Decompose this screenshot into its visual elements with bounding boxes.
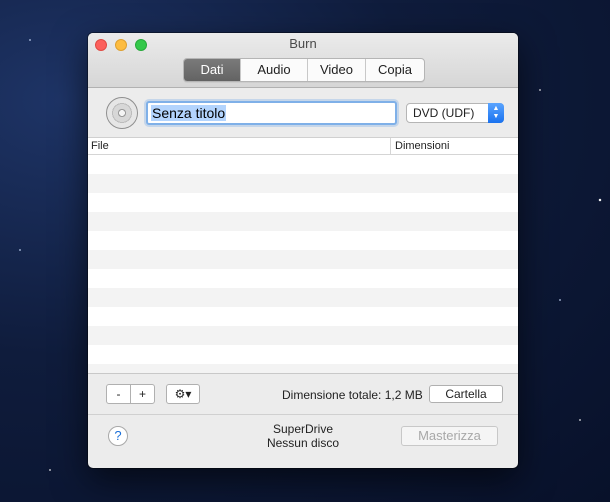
tab-dati[interactable]: Dati — [184, 59, 241, 81]
filesystem-select[interactable]: DVD (UDF) ▲ ▼ — [406, 103, 504, 123]
mode-tabs: Dati Audio Video Copia — [183, 58, 425, 82]
burn-window: Burn Dati Audio Video Copia Senza titolo… — [88, 33, 518, 468]
chevron-updown-icon: ▲ ▼ — [488, 103, 504, 123]
tab-copia[interactable]: Copia — [366, 59, 424, 81]
disc-name-field[interactable]: Senza titolo — [146, 101, 397, 125]
file-table[interactable]: File Dimensioni — [88, 137, 518, 374]
table-row — [88, 345, 518, 364]
window-title: Burn — [289, 36, 317, 51]
bottom-toolbar: - + ⚙▾ Dimensione totale: 1,2 MB Cartell… — [88, 373, 518, 415]
footer: ? SuperDrive Nessun disco Masterizza — [88, 414, 518, 468]
table-row — [88, 269, 518, 288]
drive-name: SuperDrive — [272, 422, 334, 436]
tab-video[interactable]: Video — [308, 59, 366, 81]
table-row — [88, 307, 518, 326]
cd-disc-icon — [106, 97, 138, 129]
tab-audio[interactable]: Audio — [241, 59, 308, 81]
gear-icon[interactable]: ⚙▾ — [166, 384, 200, 404]
new-folder-button[interactable]: Cartella — [429, 385, 503, 403]
table-header: File Dimensioni — [88, 138, 518, 155]
table-row — [88, 326, 518, 345]
table-row — [88, 250, 518, 269]
table-row — [88, 155, 518, 174]
remove-file-button[interactable]: - — [106, 384, 131, 404]
total-size-label: Dimensione totale: 1,2 MB — [282, 388, 423, 402]
burn-button[interactable]: Masterizza — [401, 426, 498, 446]
column-header-file[interactable]: File — [91, 140, 109, 152]
table-row — [88, 231, 518, 250]
disc-name-value: Senza titolo — [151, 105, 227, 121]
add-file-button[interactable]: + — [130, 384, 155, 404]
drive-status: Nessun disco — [266, 436, 340, 450]
help-button[interactable]: ? — [108, 426, 128, 446]
table-row — [88, 288, 518, 307]
table-row — [88, 212, 518, 231]
table-row — [88, 174, 518, 193]
filesystem-selected-value: DVD (UDF) — [413, 106, 475, 120]
titlebar: Burn Dati Audio Video Copia — [88, 33, 518, 88]
table-row — [88, 193, 518, 212]
column-header-size[interactable]: Dimensioni — [390, 138, 449, 154]
